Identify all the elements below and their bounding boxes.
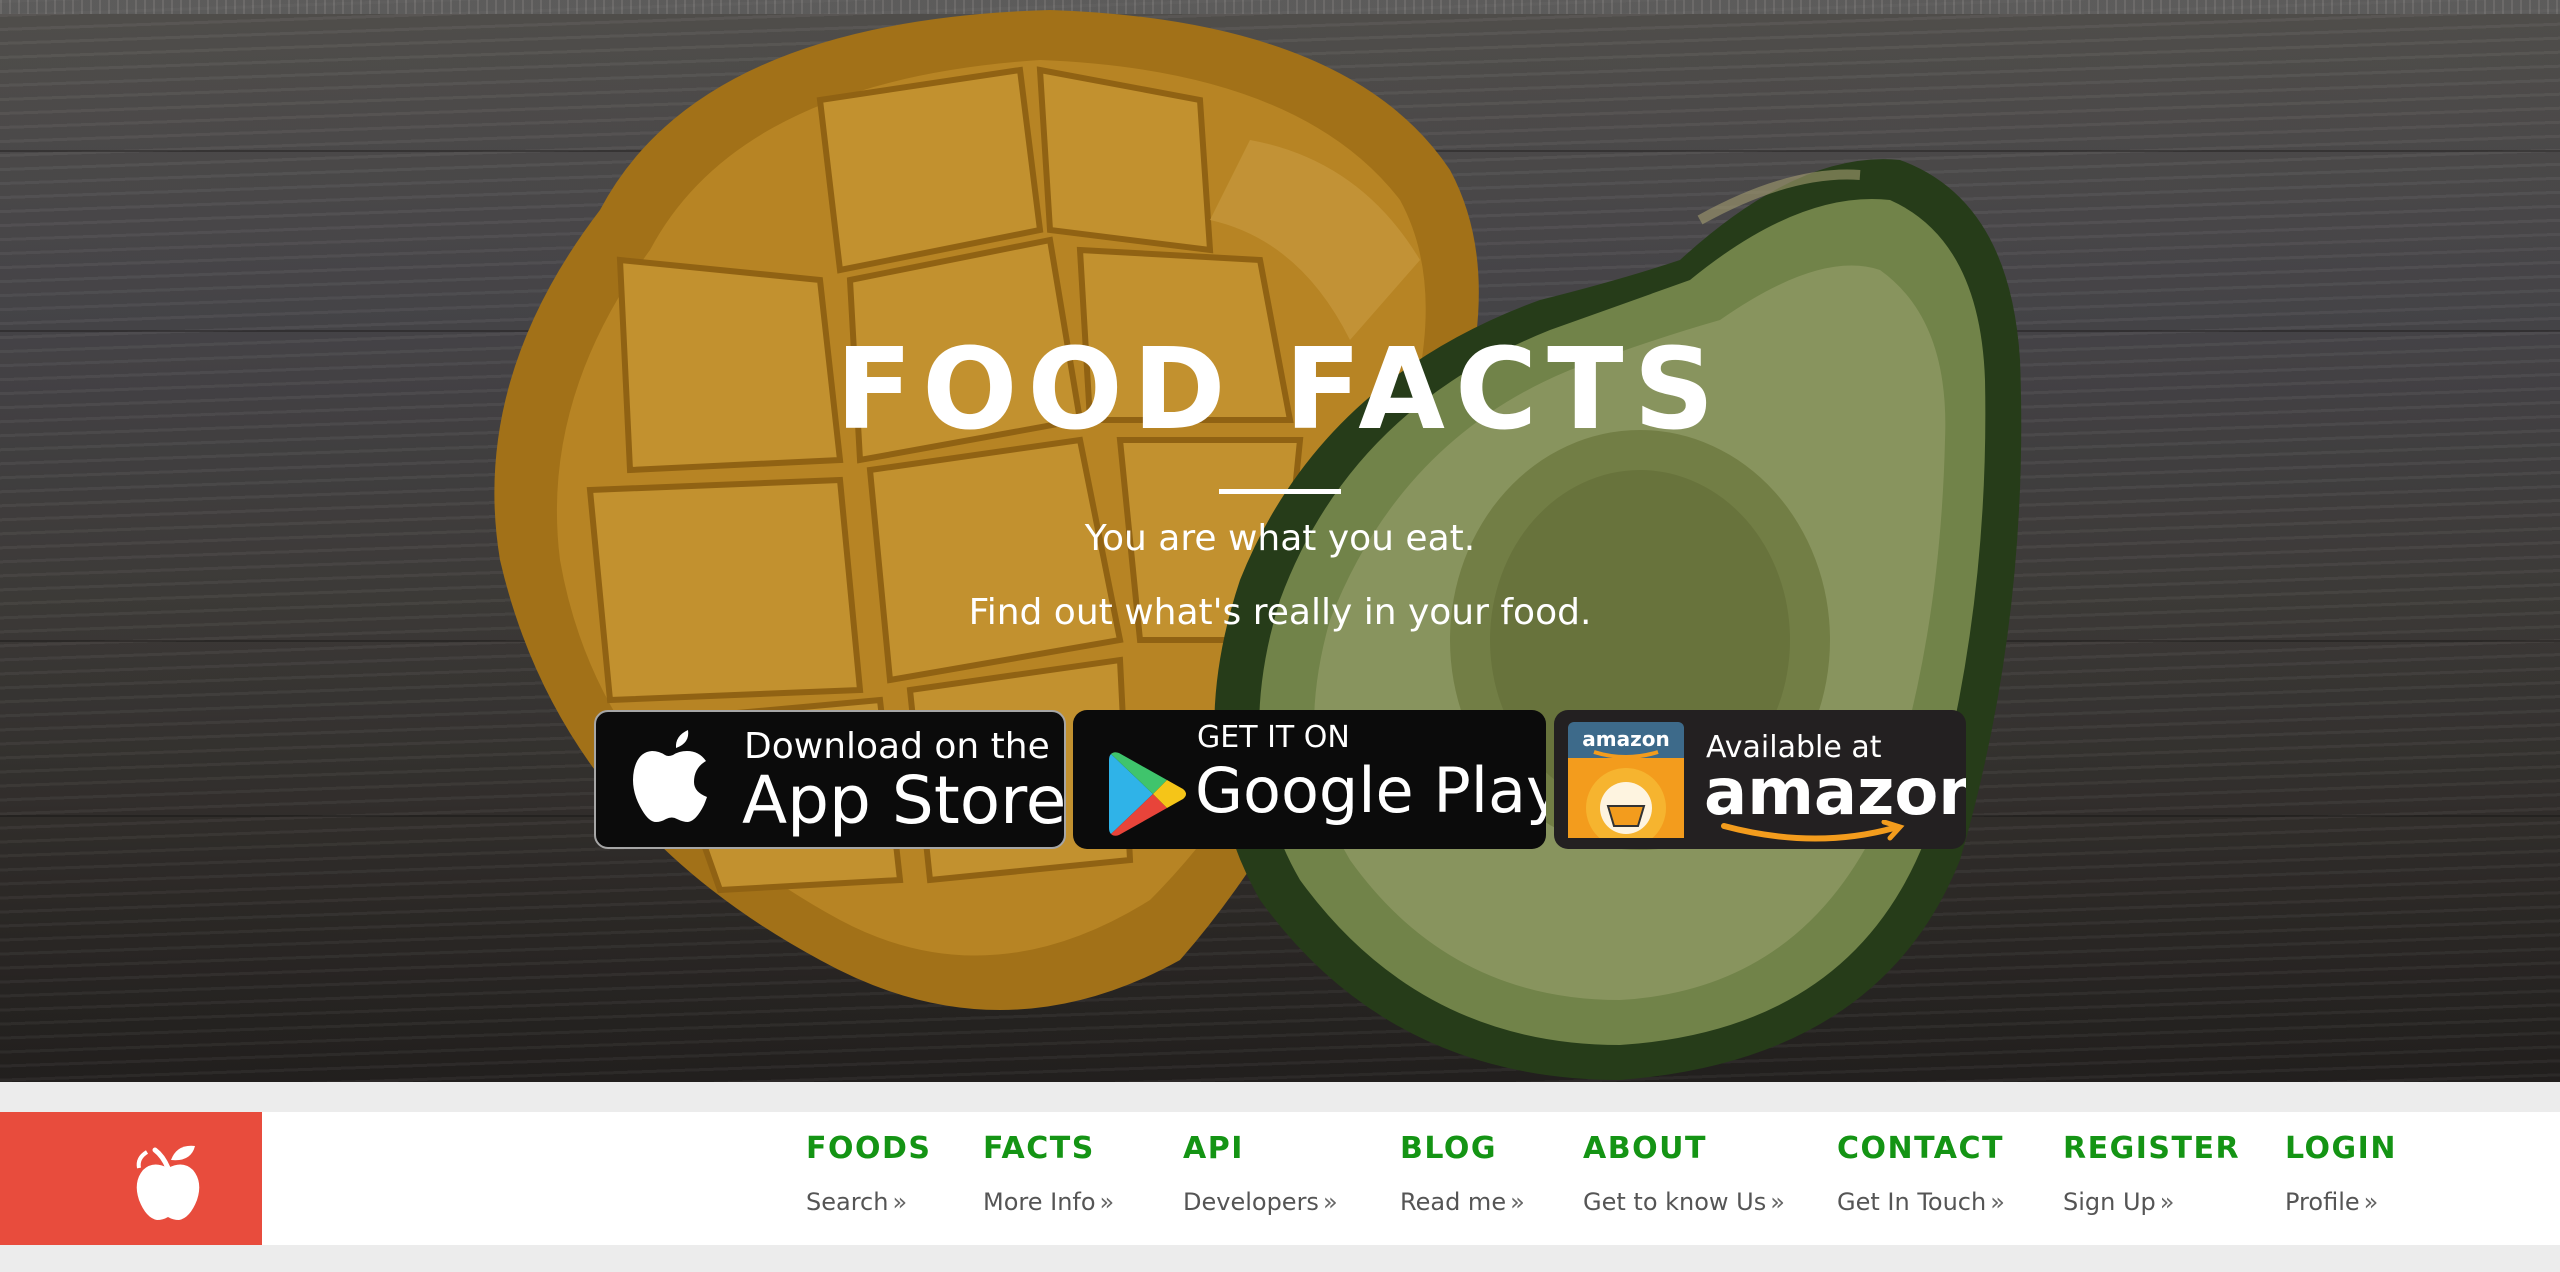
- google-play-icon: [1109, 752, 1186, 836]
- chevron-double-right-icon: »: [1770, 1188, 1785, 1216]
- nav-item-subtitle-text: Read me: [1400, 1188, 1507, 1216]
- nav-item-subtitle: Sign Up»: [2063, 1188, 2174, 1216]
- nav-item-title: FACTS: [983, 1131, 1095, 1166]
- google-play-badge-big-text: Google Play: [1195, 754, 1546, 827]
- hero-divider: [1219, 489, 1341, 494]
- chevron-double-right-icon: »: [1099, 1188, 1115, 1216]
- nav-item-title: BLOG: [1400, 1131, 1498, 1166]
- amazon-smile-icon: [1721, 820, 1905, 842]
- nav-item-subtitle-text: Get In Touch: [1837, 1188, 1987, 1216]
- nav-item-subtitle: Get In Touch»: [1837, 1188, 2005, 1216]
- chevron-double-right-icon: »: [1322, 1188, 1338, 1216]
- hero-section: FOOD FACTS You are what you eat. Find ou…: [0, 0, 2560, 1082]
- nav-item-subtitle: Search»: [806, 1188, 907, 1216]
- chevron-double-right-icon: »: [1510, 1188, 1525, 1216]
- chevron-double-right-icon: »: [2363, 1188, 2379, 1216]
- nav-item-subtitle-text: Search: [806, 1188, 889, 1216]
- home-logo-link[interactable]: [0, 1112, 262, 1245]
- nav-item-title: REGISTER: [2063, 1131, 2241, 1166]
- nav-item-subtitle: Get to know Us»: [1583, 1188, 1785, 1216]
- chevron-double-right-icon: »: [892, 1188, 908, 1216]
- app-store-badge-small-text: Download on the: [744, 726, 1050, 767]
- nav-item-title: CONTACT: [1837, 1131, 2004, 1166]
- nav-item-subtitle: More Info»: [983, 1188, 1114, 1216]
- nav-item-title: FOODS: [806, 1131, 932, 1166]
- nav-item-subtitle-text: Get to know Us: [1583, 1188, 1767, 1216]
- chevron-double-right-icon: »: [2159, 1188, 2175, 1216]
- google-play-badge[interactable]: GET IT ON Google Play: [1073, 710, 1546, 849]
- amazon-badge-big-text: amazon: [1704, 756, 1966, 830]
- hero-title: FOOD FACTS: [835, 325, 1725, 455]
- google-play-badge-small-text: GET IT ON: [1197, 720, 1350, 755]
- app-store-badge[interactable]: Download on the App Store: [594, 710, 1066, 849]
- nav-item-subtitle-text: Profile: [2285, 1188, 2360, 1216]
- nav-item-title: ABOUT: [1583, 1131, 1707, 1166]
- nav-item-subtitle: Profile»: [2285, 1188, 2378, 1216]
- apple-icon: [633, 730, 707, 822]
- apple-logo-icon: [136, 1145, 200, 1220]
- nav-item-subtitle: Developers»: [1183, 1188, 1338, 1216]
- main-navbar: FOODS Search» FACTS More Info» API Devel…: [0, 1112, 2560, 1245]
- chevron-double-right-icon: »: [1990, 1188, 2005, 1216]
- amazon-appstore-badge[interactable]: amazon Available at amazon: [1554, 710, 1966, 849]
- app-store-badge-big-text: App Store: [742, 762, 1066, 839]
- nav-item-title: API: [1183, 1131, 1244, 1166]
- amazon-appstore-icon: amazon: [1568, 722, 1684, 838]
- nav-item-subtitle: Read me»: [1400, 1188, 1525, 1216]
- nav-item-subtitle-text: Sign Up: [2063, 1188, 2156, 1216]
- hero-subtagline: Find out what's really in your food.: [968, 592, 1592, 633]
- amazon-icon-text: amazon: [1582, 727, 1669, 751]
- nav-item-title: LOGIN: [2285, 1131, 2397, 1166]
- nav-item-subtitle-text: Developers: [1183, 1188, 1319, 1216]
- hero-tagline: You are what you eat.: [1084, 518, 1476, 559]
- nav-item-subtitle-text: More Info: [983, 1188, 1096, 1216]
